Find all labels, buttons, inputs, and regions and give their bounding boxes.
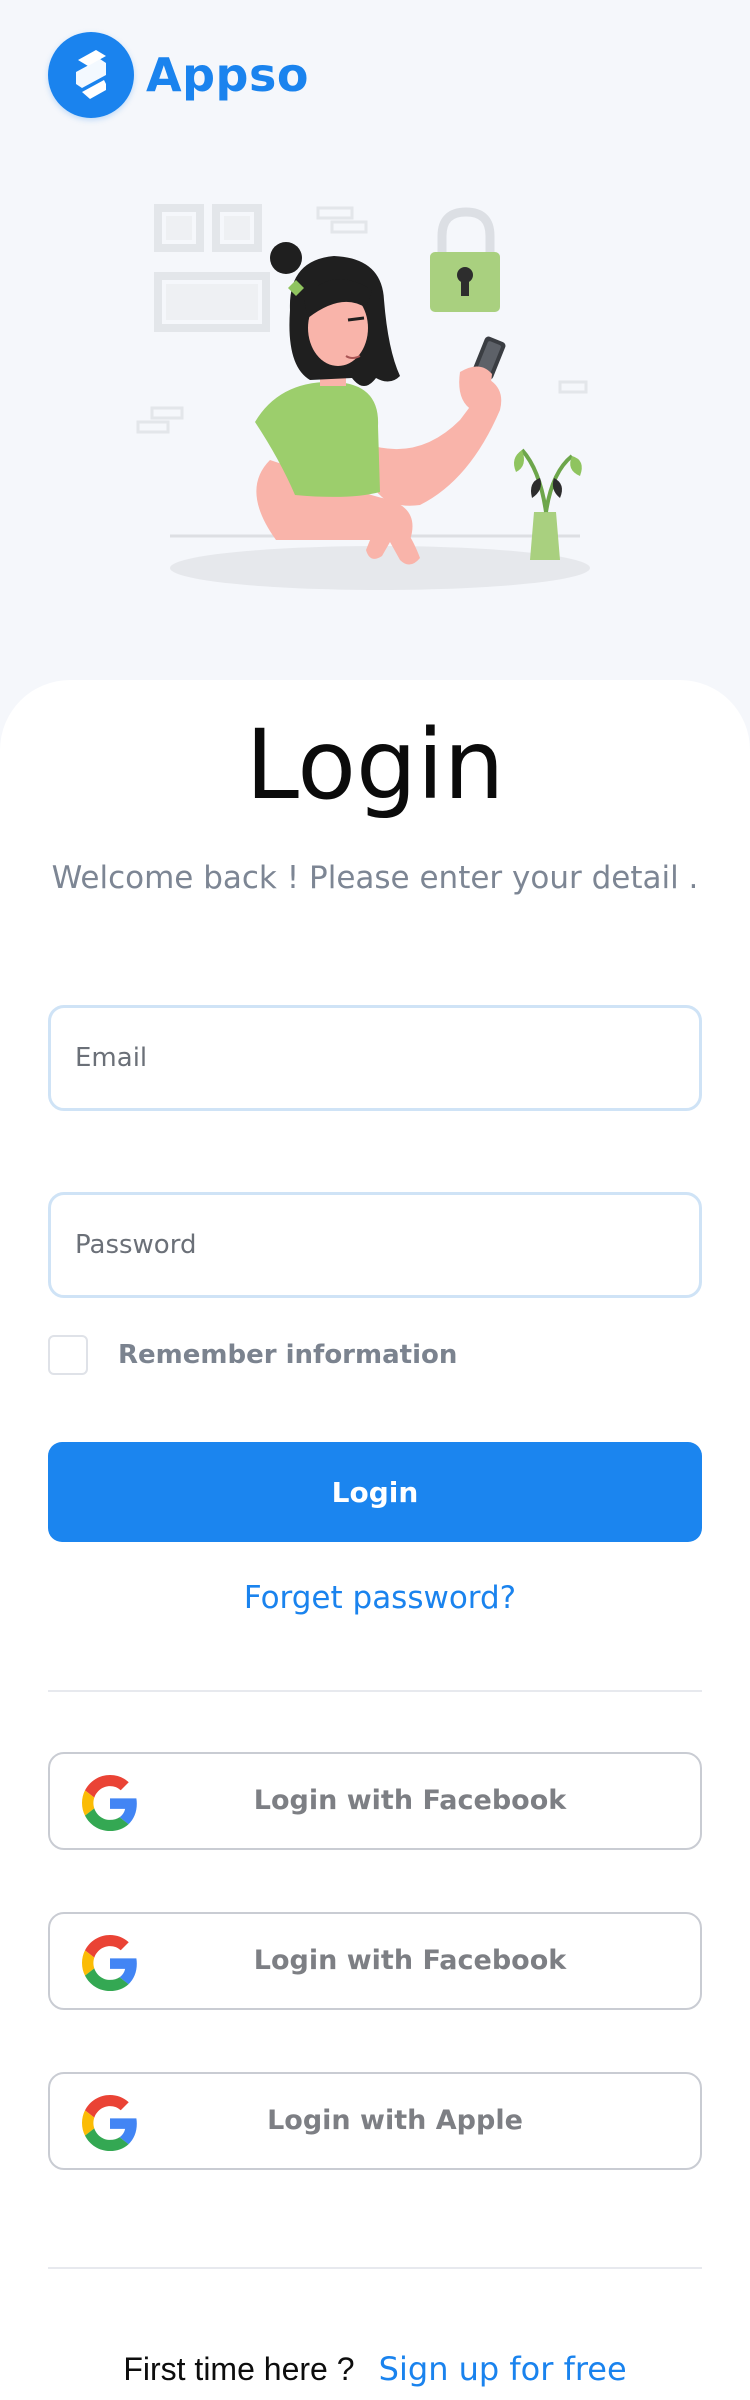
brand-name: Appso	[146, 48, 309, 102]
padlock-icon	[430, 207, 500, 312]
remember-label[interactable]: Remember information	[118, 1340, 457, 1370]
password-field[interactable]	[48, 1192, 702, 1298]
plant	[514, 448, 582, 560]
social-login-button[interactable]: Login with Facebook	[48, 1752, 702, 1850]
appso-logo-icon	[48, 32, 134, 118]
social-login-button[interactable]: Login with Apple	[48, 2072, 702, 2170]
remember-checkbox[interactable]	[48, 1335, 88, 1375]
forget-password-link[interactable]: Forget password?	[0, 1580, 750, 1616]
social-login-label: Login with Facebook	[253, 1785, 567, 1816]
social-login-button[interactable]: Login with Facebook	[48, 1912, 702, 2010]
footer: First time here ? Sign up for free	[0, 2350, 750, 2388]
first-time-text: First time here ?	[123, 2351, 355, 2387]
social-login-label: Login with Facebook	[253, 1945, 567, 1976]
login-button[interactable]: Login	[48, 1442, 702, 1542]
social-login-label: Login with Apple	[267, 2105, 523, 2136]
remember-row: Remember information	[48, 1334, 457, 1376]
page-subtitle: Welcome back ! Please enter your detail …	[51, 860, 699, 896]
divider	[48, 1690, 702, 1692]
email-field[interactable]	[48, 1005, 702, 1111]
page-title: Login	[245, 709, 505, 821]
brand[interactable]: Appso	[48, 32, 309, 118]
divider	[48, 2267, 702, 2269]
signup-link[interactable]: Sign up for free	[379, 2350, 627, 2388]
email-input[interactable]	[75, 1043, 699, 1073]
woman-with-phone-illustration	[136, 204, 590, 590]
header: Appso	[0, 0, 750, 690]
password-input[interactable]	[75, 1230, 699, 1260]
